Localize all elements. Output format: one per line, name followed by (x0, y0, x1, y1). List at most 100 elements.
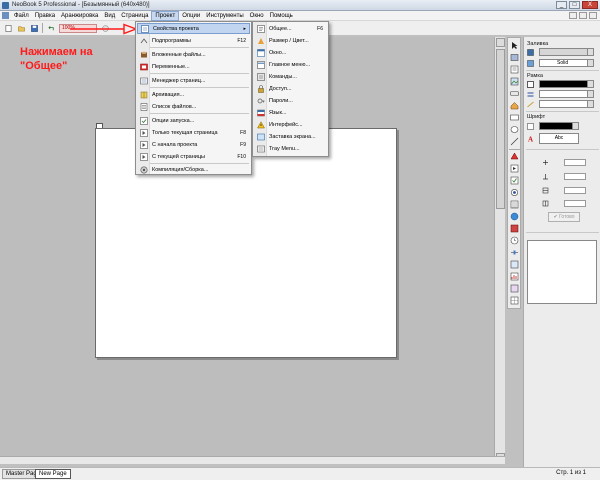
edit-field-tool[interactable] (510, 113, 519, 122)
home-tool[interactable] (510, 101, 519, 110)
chart-tool[interactable] (510, 272, 519, 281)
menu-item-file-list[interactable]: Список файлов... (137, 101, 250, 112)
menu-item-main-menu[interactable]: Главное меню... (254, 59, 327, 70)
menu-arrange[interactable]: Аранжировка (58, 11, 101, 21)
listbox-tool[interactable] (510, 200, 519, 209)
menu-item-language[interactable]: Язык... (254, 107, 327, 118)
menu-item-label: Архивация... (152, 91, 185, 98)
timer-tool[interactable] (510, 236, 519, 245)
checkbox-icon (510, 176, 519, 185)
tab-new-page[interactable]: New Page (35, 469, 71, 479)
doc-minimize-button[interactable] (569, 12, 577, 19)
rectangle-tool[interactable] (510, 53, 519, 62)
plugin-tool[interactable] (510, 284, 519, 293)
project-properties-submenu: Общее... F6 Размер / Цвет... Окно... Гла… (252, 21, 329, 157)
frame-color-select[interactable] (539, 80, 594, 88)
menu-tools[interactable]: Инструменты (203, 11, 246, 21)
menu-item-label: Окно... (269, 49, 287, 56)
menu-item-splash-screen[interactable]: Заставка экрана... (254, 131, 327, 142)
menu-item-variables[interactable]: Переменные... (137, 61, 250, 72)
line-style-select[interactable] (539, 100, 594, 108)
menu-item-archive[interactable]: Архивация... (137, 89, 250, 100)
menu-item-tray-menu[interactable]: Tray Menu... (254, 143, 327, 154)
menu-item-current-page-only[interactable]: Только текущая страница F8 (137, 127, 250, 138)
menu-item-page-manager[interactable]: Менеджер страниц... (137, 75, 250, 86)
fill-style-select[interactable]: Solid (539, 59, 594, 67)
done-button[interactable]: ✔ Готово (548, 212, 580, 222)
pointer-tool[interactable] (510, 41, 519, 50)
fill-color-icon (527, 49, 534, 56)
vertical-scrollbar[interactable] (494, 37, 505, 464)
image-tool[interactable] (510, 77, 519, 86)
document-icon[interactable] (2, 12, 9, 19)
height-field[interactable] (564, 200, 586, 207)
font-select[interactable]: Abc (539, 133, 579, 144)
menu-item-window[interactable]: Окно... (254, 47, 327, 58)
doc-restore-button[interactable] (579, 12, 587, 19)
menu-item-from-current[interactable]: С текущей страницы F10 (137, 151, 250, 162)
checkbox-tool[interactable] (510, 176, 519, 185)
document-window-controls (569, 12, 597, 19)
menu-item-from-start[interactable]: С начала проекта F9 (137, 139, 250, 150)
x-position-field[interactable] (564, 159, 586, 166)
flash-icon (510, 224, 519, 233)
menu-item-access[interactable]: Доступ... (254, 83, 327, 94)
width-field[interactable] (564, 187, 586, 194)
menu-item-project-properties[interactable]: Свойства проекта ▸ (137, 23, 250, 34)
menu-item-size-color[interactable]: Размер / Цвет... (254, 35, 327, 46)
doc-close-button[interactable] (589, 12, 597, 19)
menu-separator (150, 73, 249, 74)
menu-item-compile[interactable]: Компиляция/Сборка... (137, 164, 250, 175)
menu-item-run-options[interactable]: Опции запуска... (137, 115, 250, 126)
scroll-up-arrow-icon[interactable] (496, 38, 505, 47)
y-position-field[interactable] (564, 173, 586, 180)
object-list[interactable] (527, 240, 597, 304)
button-tool[interactable] (510, 89, 519, 98)
menu-file[interactable]: Файл (11, 11, 32, 21)
text-tool[interactable] (510, 65, 519, 74)
horizontal-scrollbar[interactable] (0, 456, 505, 464)
grid-tool[interactable] (510, 296, 519, 305)
menu-item-shortcut: F8 (240, 129, 246, 136)
font-color-select[interactable] (539, 122, 579, 130)
menu-options[interactable]: Опции (179, 11, 203, 21)
dropdown-arrow-icon (587, 101, 593, 107)
dropdown-arrow-icon (587, 91, 593, 97)
radio-tool[interactable] (510, 188, 519, 197)
media-tool[interactable] (510, 164, 519, 173)
menu-item-subroutines[interactable]: Подпрограммы F12 (137, 35, 250, 46)
passwords-icon (256, 97, 265, 105)
menu-item-commands[interactable]: Команды... (254, 71, 327, 82)
size-color-icon (256, 37, 265, 45)
flash-tool[interactable] (510, 224, 519, 233)
menu-edit[interactable]: Правка (32, 11, 58, 21)
line-width-select[interactable] (539, 90, 594, 98)
menu-item-passwords[interactable]: Пароли... (254, 95, 327, 106)
slider-tool[interactable] (510, 248, 519, 257)
gallery-icon (510, 260, 519, 269)
floppy-icon (30, 24, 38, 32)
minimize-button[interactable]: _ (556, 1, 567, 9)
menu-item-interface[interactable]: Интерфейс... (254, 119, 327, 130)
menu-item-general[interactable]: Общее... F6 (254, 23, 327, 34)
menu-help[interactable]: Помощь (267, 11, 296, 21)
web-tool[interactable] (510, 212, 519, 221)
menu-item-label: Главное меню... (269, 61, 311, 68)
scroll-thumb[interactable] (496, 49, 505, 209)
menu-page[interactable]: Страница (118, 11, 151, 21)
menu-item-attached-files[interactable]: Вложенные файлы... (137, 49, 250, 60)
save-button[interactable] (29, 23, 39, 33)
open-button[interactable] (16, 23, 26, 33)
line-tool[interactable] (510, 137, 519, 146)
polygon-tool[interactable] (510, 152, 519, 161)
maximize-button[interactable]: □ (569, 1, 580, 9)
gallery-tool[interactable] (510, 260, 519, 269)
close-button[interactable]: X (582, 1, 598, 9)
undo-button[interactable] (46, 23, 56, 33)
menu-window[interactable]: Окно (247, 11, 267, 21)
menu-project[interactable]: Проект (151, 10, 180, 21)
menu-view[interactable]: Вид (101, 11, 118, 21)
ellipse-tool[interactable] (510, 125, 519, 134)
new-button[interactable] (3, 23, 13, 33)
fill-color-select[interactable] (539, 48, 594, 56)
